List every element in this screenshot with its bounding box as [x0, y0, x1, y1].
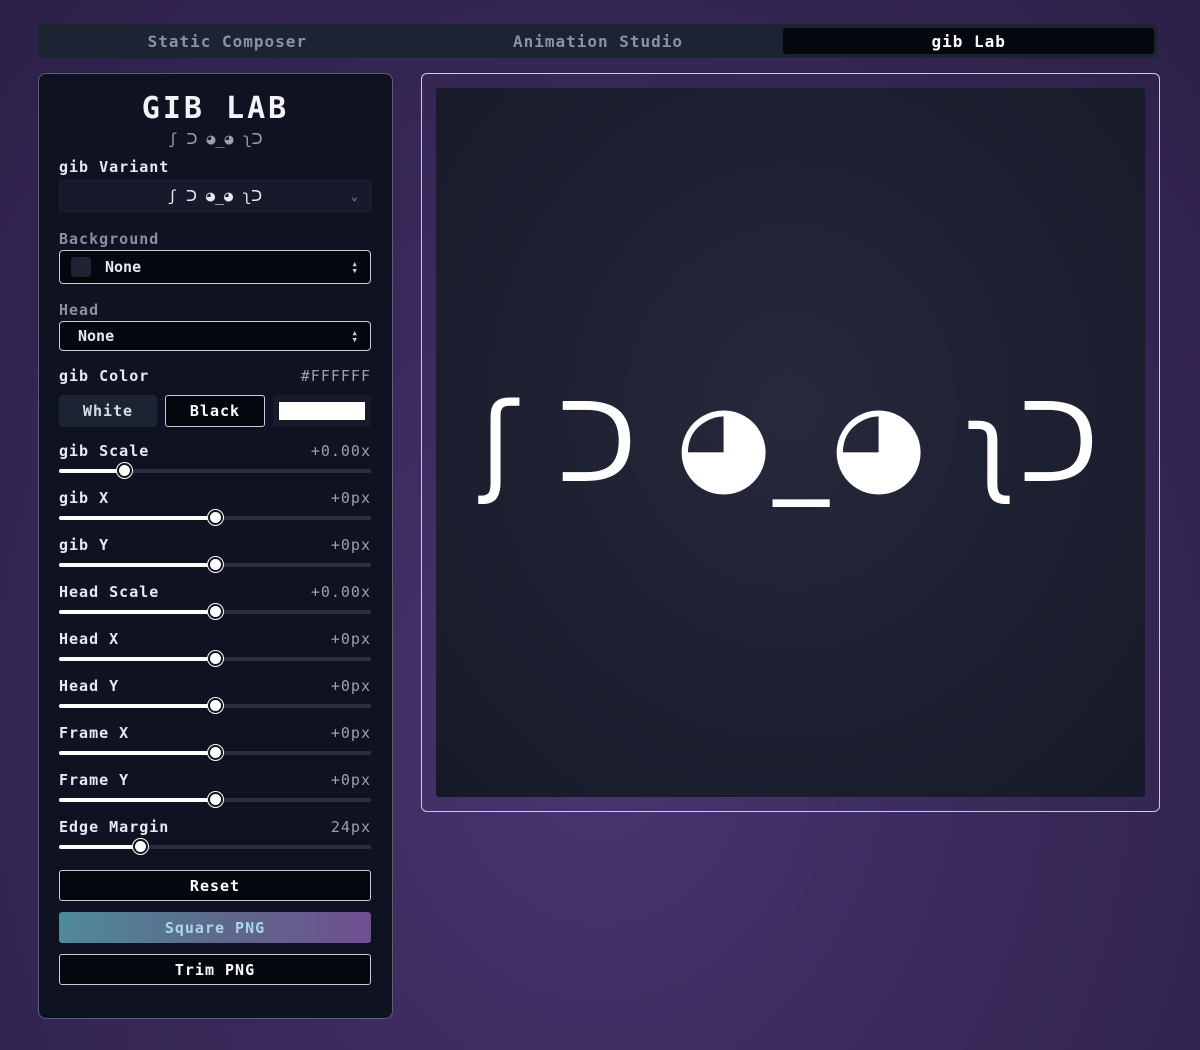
tab-bar: Static Composer Animation Studio gib Lab — [38, 24, 1158, 58]
slider-track[interactable] — [59, 557, 371, 572]
slider-label: gib Y — [59, 536, 110, 554]
preview-canvas: ʃ ᑐ ◕_◕ ʅᑐ — [436, 88, 1145, 797]
slider-list: gib Scale +0.00x gib X +0px gib Y +0px Head Sc… — [59, 442, 372, 854]
color-picker[interactable] — [273, 395, 371, 427]
slider-thumb[interactable] — [207, 698, 223, 713]
background-select[interactable]: None ▴ ▾ — [59, 250, 371, 284]
reset-button[interactable]: Reset — [59, 870, 371, 901]
slider-track[interactable] — [59, 604, 371, 619]
slider-head-x: Head X +0px — [59, 630, 371, 666]
slider-value: +0px — [330, 724, 371, 742]
color-swatch — [279, 402, 365, 420]
slider-label: Head Y — [59, 677, 120, 695]
slider-value: +0px — [330, 630, 371, 648]
square-png-button[interactable]: Square PNG — [59, 912, 371, 943]
preview-frame: ʃ ᑐ ◕_◕ ʅᑐ — [421, 73, 1160, 812]
slider-thumb[interactable] — [132, 839, 148, 854]
slider-label: Frame X — [59, 724, 130, 742]
slider-track[interactable] — [59, 463, 371, 478]
background-swatch — [71, 257, 91, 277]
slider-fill — [59, 516, 215, 520]
slider-head-scale: Head Scale +0.00x — [59, 583, 371, 619]
color-black-button[interactable]: Black — [165, 395, 265, 427]
slider-thumb[interactable] — [207, 557, 223, 572]
slider-track[interactable] — [59, 698, 371, 713]
tab-animation-studio[interactable]: Animation Studio — [413, 28, 784, 54]
slider-track[interactable] — [59, 651, 371, 666]
slider-label: gib X — [59, 489, 110, 507]
gib-preview-text: ʃ ᑐ ◕_◕ ʅᑐ — [480, 378, 1101, 507]
slider-head-y: Head Y +0px — [59, 677, 371, 713]
slider-track[interactable] — [59, 839, 371, 854]
control-panel: GIB LAB ʃ ᑐ ◕_◕ ʅᑐ gib Variant ʃ ᑐ ◕_◕ ʅ… — [38, 73, 393, 1019]
head-select[interactable]: None ▴ ▾ — [59, 321, 371, 351]
gib-variant-select[interactable]: ʃ ᑐ ◕_◕ ʅᑐ ⌄ — [59, 180, 371, 212]
slider-edge-margin: Edge Margin 24px — [59, 818, 371, 854]
tab-static-composer[interactable]: Static Composer — [42, 28, 413, 54]
slider-gib-x: gib X +0px — [59, 489, 371, 525]
gib-color-label: gib Color — [59, 367, 150, 385]
slider-fill — [59, 845, 141, 849]
slider-value: +0px — [330, 677, 371, 695]
updown-arrows-icon: ▴ ▾ — [351, 257, 358, 277]
slider-fill — [59, 469, 125, 473]
slider-value: +0.00x — [310, 583, 371, 601]
head-value: None — [78, 327, 115, 345]
panel-title: GIB LAB — [141, 91, 290, 126]
slider-track[interactable] — [59, 510, 371, 525]
slider-gib-y: gib Y +0px — [59, 536, 371, 572]
head-label: Head — [59, 301, 100, 319]
background-label: Background — [59, 230, 160, 248]
slider-thumb[interactable] — [117, 463, 133, 478]
slider-label: Head Scale — [59, 583, 160, 601]
slider-fill — [59, 704, 215, 708]
slider-fill — [59, 563, 215, 567]
gib-color-hex: #FFFFFF — [300, 367, 371, 385]
tab-gib-lab[interactable]: gib Lab — [783, 28, 1155, 54]
slider-value: 24px — [330, 818, 371, 836]
slider-thumb[interactable] — [207, 604, 223, 619]
slider-thumb[interactable] — [207, 792, 223, 807]
slider-value: +0.00x — [310, 442, 371, 460]
gib-variant-value: ʃ ᑐ ◕_◕ ʅᑐ — [167, 187, 263, 205]
gib-variant-label: gib Variant — [59, 158, 170, 176]
slider-fill — [59, 798, 215, 802]
slider-value: +0px — [330, 489, 371, 507]
slider-label: Edge Margin — [59, 818, 170, 836]
slider-value: +0px — [330, 771, 371, 789]
slider-frame-y: Frame Y +0px — [59, 771, 371, 807]
slider-gib-scale: gib Scale +0.00x — [59, 442, 371, 478]
chevron-down-icon: ⌄ — [350, 189, 358, 203]
slider-fill — [59, 610, 215, 614]
panel-subtitle: ʃ ᑐ ◕_◕ ʅᑐ — [168, 130, 263, 148]
slider-frame-x: Frame X +0px — [59, 724, 371, 760]
slider-label: Head X — [59, 630, 120, 648]
slider-label: Frame Y — [59, 771, 130, 789]
slider-fill — [59, 657, 215, 661]
slider-value: +0px — [330, 536, 371, 554]
slider-track[interactable] — [59, 792, 371, 807]
color-white-button[interactable]: White — [59, 395, 157, 427]
slider-label: gib Scale — [59, 442, 150, 460]
slider-thumb[interactable] — [207, 510, 223, 525]
background-value: None — [105, 258, 142, 276]
slider-thumb[interactable] — [207, 745, 223, 760]
updown-arrows-icon: ▴ ▾ — [351, 326, 358, 346]
slider-fill — [59, 751, 215, 755]
slider-thumb[interactable] — [207, 651, 223, 666]
slider-track[interactable] — [59, 745, 371, 760]
trim-png-button[interactable]: Trim PNG — [59, 954, 371, 985]
